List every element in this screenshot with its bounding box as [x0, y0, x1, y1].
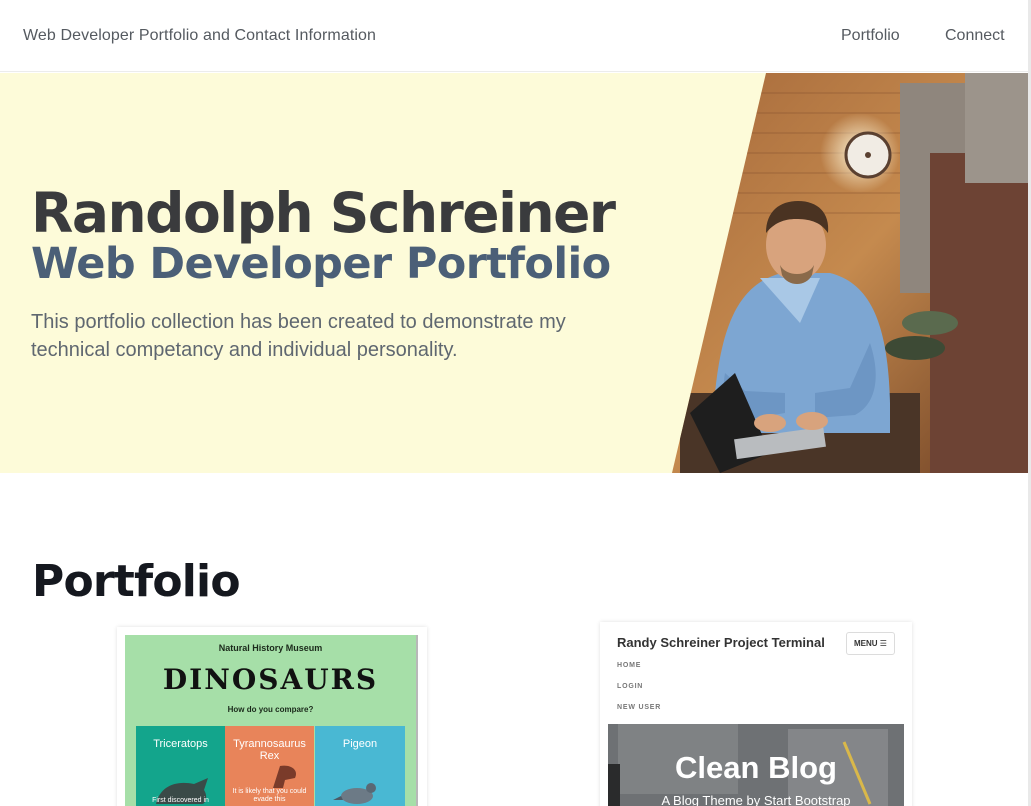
- blog-menu-button: MENU ☰: [846, 632, 895, 655]
- trex-label: Tyrannosaurus Rex: [233, 738, 306, 762]
- trex-icon: [273, 765, 297, 788]
- pigeon-label: Pigeon: [342, 738, 378, 750]
- blog-site-title: Randy Schreiner Project Terminal: [617, 635, 825, 650]
- nav-link-connect[interactable]: Connect: [945, 27, 1005, 45]
- portfolio-card-project-terminal[interactable]: Randy Schreiner Project Terminal MENU ☰ …: [600, 622, 912, 806]
- portfolio-card-dinosaurs[interactable]: Natural History Museum DINOSAURS How do …: [117, 627, 427, 806]
- nav-link-portfolio[interactable]: Portfolio: [841, 27, 900, 45]
- blog-hero-title: Clean Blog: [675, 750, 837, 785]
- brand-link[interactable]: Web Developer Portfolio and Contact Info…: [23, 27, 376, 45]
- triceratops-panel: Triceratops First discovered in: [136, 726, 225, 806]
- blog-hero-image: Clean Blog A Blog Theme by Start Bootstr…: [608, 724, 904, 806]
- portfolio-heading: Portfolio: [32, 556, 241, 607]
- blog-nav-login: LOGIN: [617, 683, 644, 690]
- dino-question: How do you compare?: [227, 705, 314, 714]
- trex-panel: Tyrannosaurus Rex It is likely that you …: [225, 726, 314, 806]
- blog-hero-subtitle: A Blog Theme by Start Bootstrap: [661, 793, 851, 806]
- dinosaurs-project-thumbnail: Natural History Museum DINOSAURS How do …: [125, 635, 418, 806]
- trex-text: It is likely that you could evade this: [232, 788, 307, 803]
- pigeon-icon: [333, 783, 376, 804]
- blog-nav-new-user: NEW USER: [617, 704, 662, 711]
- hero-description: This portfolio collection has been creat…: [31, 311, 566, 361]
- pigeon-panel: Pigeon: [315, 726, 405, 806]
- triceratops-label: Triceratops: [153, 738, 208, 750]
- hero-section: Randolph Schreiner Web Developer Portfol…: [0, 73, 1029, 473]
- dino-title: DINOSAURS: [162, 663, 379, 696]
- navbar: Web Developer Portfolio and Contact Info…: [0, 0, 1031, 72]
- hero-subtitle: Web Developer Portfolio: [31, 239, 611, 289]
- hero-name: Randolph Schreiner: [31, 181, 616, 245]
- triceratops-text: First discovered in: [152, 797, 209, 804]
- blog-nav-home: HOME: [617, 662, 642, 669]
- dino-museum-label: Natural History Museum: [218, 643, 323, 653]
